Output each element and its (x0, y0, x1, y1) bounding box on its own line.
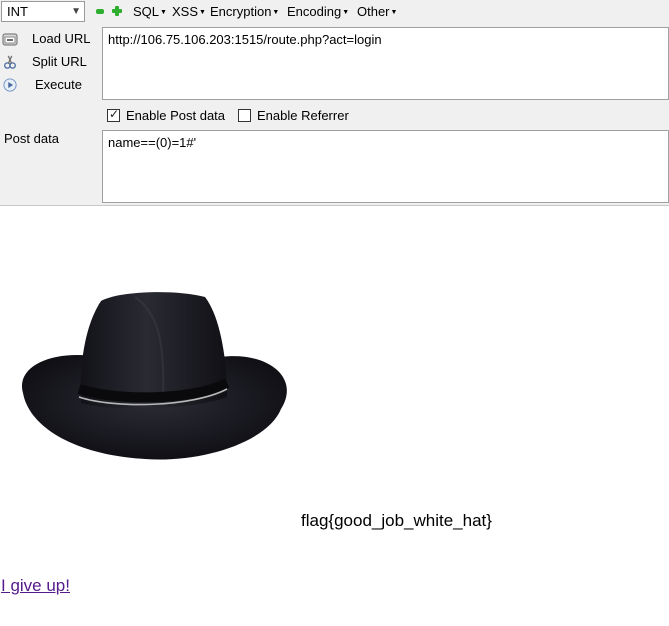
url-text: http://106.75.106.203:1515/route.php?act… (108, 32, 382, 47)
load-url-label: Load URL (32, 31, 91, 46)
menu-xss-label: XSS (172, 4, 199, 19)
caret-down-icon: ▼ (390, 9, 398, 16)
menu-xss[interactable]: XSS▼ (172, 4, 206, 21)
post-data-textarea[interactable]: name==(0)=1#' (102, 130, 669, 203)
menu-encryption[interactable]: Encryption▼ (210, 4, 279, 21)
plus-icon[interactable] (112, 6, 122, 16)
menu-sql-label: SQL (133, 4, 160, 19)
minus-icon[interactable] (96, 9, 104, 14)
checkbox-box[interactable] (238, 109, 251, 122)
hackbar-panel: INT ▼ SQL▼ XSS▼ Encryption▼ Encoding▼ Ot… (0, 0, 669, 206)
enable-referrer-label: Enable Referrer (257, 108, 349, 123)
split-url-button[interactable]: Split URL (0, 52, 95, 72)
flag-text: flag{good_job_white_hat} (301, 511, 492, 530)
int-select-value: INT (7, 4, 28, 19)
menu-other[interactable]: Other▼ (357, 4, 397, 21)
post-data-label: Post data (4, 131, 59, 146)
hat-image (21, 292, 287, 460)
url-textarea[interactable]: http://106.75.106.203:1515/route.php?act… (102, 27, 669, 100)
caret-down-icon: ▼ (160, 9, 167, 16)
load-url-icon (2, 33, 18, 46)
checkbox-box[interactable]: ✓ (107, 107, 120, 122)
checkmark-icon: ✓ (109, 107, 120, 121)
menu-other-label: Other (357, 4, 390, 19)
menu-encryption-label: Encryption (210, 4, 272, 19)
load-url-button[interactable]: Load URL (0, 29, 95, 49)
caret-down-icon: ▼ (199, 9, 206, 16)
enable-post-data-label: Enable Post data (126, 108, 226, 123)
split-url-label: Split URL (32, 54, 87, 69)
menu-encoding-label: Encoding (287, 4, 342, 19)
execute-label: Execute (35, 77, 82, 92)
play-icon (3, 78, 17, 92)
menu-sql[interactable]: SQL▼ (133, 4, 167, 21)
give-up-link[interactable]: I give up! (1, 576, 70, 596)
caret-down-icon: ▼ (272, 9, 280, 16)
chevron-down-icon: ▼ (71, 6, 81, 17)
caret-down-icon: ▼ (342, 9, 350, 16)
post-data-text: name==(0)=1#' (108, 135, 197, 150)
execute-button[interactable]: Execute (0, 75, 95, 95)
int-select[interactable]: INT ▼ (1, 1, 85, 22)
menu-encoding[interactable]: Encoding▼ (287, 4, 349, 21)
scissors-icon (4, 55, 16, 69)
